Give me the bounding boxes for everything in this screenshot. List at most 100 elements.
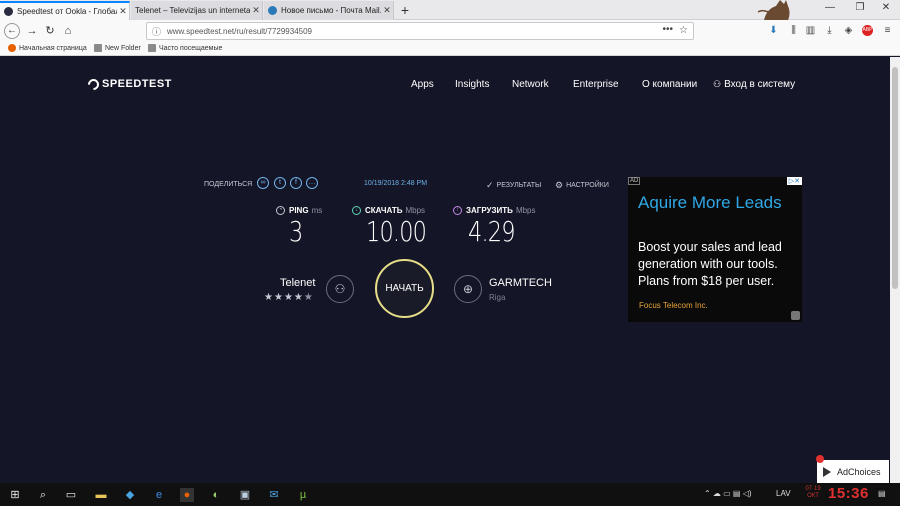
star-icon[interactable]: ★ xyxy=(294,292,304,303)
nav-network[interactable]: Network xyxy=(512,79,549,90)
minimize-button[interactable]: — xyxy=(822,2,838,13)
ad-tag: AD xyxy=(628,177,641,185)
ping-label: ◔ PING ms xyxy=(276,206,322,215)
forward-button[interactable]: → xyxy=(24,23,40,39)
globe-icon[interactable]: ⊕ xyxy=(454,275,482,303)
nav-insights[interactable]: Insights xyxy=(455,79,489,90)
scrollbar-thumb[interactable] xyxy=(892,67,898,289)
nav-login[interactable]: ⚇ Вход в систему xyxy=(713,79,795,90)
firefox-taskbar-icon[interactable]: ● xyxy=(180,488,194,502)
close-icon[interactable]: ✕ xyxy=(117,6,129,17)
bookmark-label: Начальная страница xyxy=(19,44,87,52)
page-scrollbar[interactable] xyxy=(890,57,900,483)
ad-close-button[interactable]: ▷✕ xyxy=(786,177,802,185)
downloads-icon[interactable]: ⤓ xyxy=(824,25,835,36)
download-arrow-icon: ↓ xyxy=(352,206,361,215)
torrent-icon[interactable]: µ xyxy=(296,488,310,502)
close-icon[interactable]: ✕ xyxy=(381,5,393,16)
info-icon[interactable]: ⓘ xyxy=(152,25,161,38)
bookmark-star-icon[interactable]: ☆ xyxy=(679,25,688,36)
star-icon[interactable]: ★ xyxy=(304,292,314,303)
new-tab-button[interactable]: + xyxy=(398,2,412,18)
close-window-button[interactable]: ✕ xyxy=(878,2,894,13)
bookmark-most-visited[interactable]: Часто посещаемые xyxy=(148,44,222,52)
back-button[interactable]: ← xyxy=(4,23,20,39)
nav-apps[interactable]: Apps xyxy=(411,79,434,90)
mail-icon[interactable]: ✉ xyxy=(267,488,281,502)
ping-unit: ms xyxy=(311,206,323,215)
ad-advertiser[interactable]: Focus Telecom Inc. xyxy=(639,301,708,310)
twitter-icon[interactable]: t xyxy=(274,177,286,189)
nav-about[interactable]: О компании xyxy=(642,79,697,90)
ping-value: 3 xyxy=(289,215,303,248)
firefox-icon xyxy=(8,44,16,52)
star-icon[interactable]: ★ xyxy=(284,292,294,303)
settings-link[interactable]: ⚙ НАСТРОЙКИ xyxy=(555,180,609,191)
download-icon[interactable]: ⬇ xyxy=(768,25,779,36)
app-icon[interactable]: ◐ xyxy=(209,488,223,502)
library-icon[interactable]: ⫼ xyxy=(788,25,799,36)
ad-headline[interactable]: Aquire More Leads xyxy=(638,191,798,214)
settings-label: НАСТРОЙКИ xyxy=(566,182,609,189)
download-title: СКАЧАТЬ xyxy=(365,206,403,215)
upload-title: ЗАГРУЗИТЬ xyxy=(466,206,513,215)
date-widget: 07·19 ОКТ xyxy=(805,486,821,499)
isp-name: Telenet xyxy=(280,277,316,289)
reload-button[interactable]: ↻ xyxy=(42,23,58,39)
share-label: ПОДЕЛИТЬСЯ xyxy=(204,181,253,188)
home-button[interactable]: ⌂ xyxy=(60,23,76,39)
page-actions-icon[interactable]: ••• xyxy=(662,24,673,35)
server-name[interactable]: GARMTECH xyxy=(489,277,552,289)
advertisement[interactable]: AD ▷✕ Aquire More Leads Boost your sales… xyxy=(628,177,802,322)
folder-icon xyxy=(148,44,156,52)
language-indicator[interactable]: LAV xyxy=(776,489,791,498)
link-icon[interactable]: ∞ xyxy=(257,177,269,189)
isp-rating[interactable]: ★★★★★ xyxy=(264,292,314,303)
speedtest-page: SPEEDTEST Apps Insights Network Enterpri… xyxy=(0,57,890,483)
menu-icon[interactable]: ≡ xyxy=(882,25,893,36)
sidebar-icon[interactable]: ▥ xyxy=(805,25,816,36)
gauge-icon xyxy=(85,76,102,92)
restore-button[interactable]: ❐ xyxy=(852,2,868,13)
results-link[interactable]: ✓ РЕЗУЛЬТАТЫ xyxy=(486,180,541,191)
adblock-icon[interactable]: ABP xyxy=(862,25,873,36)
result-datetime: 10/19/2018 2:48 PM xyxy=(364,180,428,187)
logo-text: SPEEDTEST xyxy=(102,78,172,90)
url-text: www.speedtest.net/ru/result/7729934509 xyxy=(167,27,312,36)
speedtest-favicon-icon xyxy=(4,7,13,16)
monitor-icon[interactable]: ▣ xyxy=(238,488,252,502)
close-icon[interactable]: ✕ xyxy=(250,5,262,16)
bookmark-new-folder[interactable]: New Folder xyxy=(94,44,141,52)
tab-speedtest[interactable]: Speedtest от Ookla - Глобальный ✕ xyxy=(0,1,130,20)
star-icon[interactable]: ★ xyxy=(274,292,284,303)
task-view-icon[interactable]: ▭ xyxy=(64,488,78,502)
more-icon[interactable]: … xyxy=(306,177,318,189)
clock[interactable]: 15:36 xyxy=(828,485,869,502)
edge-icon[interactable]: e xyxy=(152,488,166,502)
folder-icon xyxy=(94,44,102,52)
bookmark-home[interactable]: Начальная страница xyxy=(8,44,87,52)
adchoices-badge[interactable]: AdChoices xyxy=(816,455,889,483)
store-icon[interactable]: ◆ xyxy=(123,488,137,502)
file-explorer-icon[interactable]: ▬ xyxy=(94,488,108,502)
download-value: 10.00 xyxy=(366,215,427,248)
nav-enterprise[interactable]: Enterprise xyxy=(573,79,619,90)
user-profile-icon[interactable]: ⚇ xyxy=(326,275,354,303)
tab-mail[interactable]: Новое письмо - Почта Mail.Ru ✕ xyxy=(264,1,394,20)
notifications-icon[interactable]: ▤ xyxy=(878,489,886,498)
tray-icons[interactable]: ⌃ ☁ ▭ ▤ ◁) xyxy=(704,489,752,498)
adchoices-icon xyxy=(823,466,831,477)
go-button[interactable]: НАЧАТЬ xyxy=(375,259,434,318)
tab-telenet[interactable]: Telenet – Televizijas un interneta p ✕ xyxy=(131,1,263,20)
tab-title: Новое письмо - Почта Mail.Ru xyxy=(281,6,381,15)
facebook-icon[interactable]: f xyxy=(290,177,302,189)
tab-bar: Speedtest от Ookla - Глобальный ✕ Telene… xyxy=(0,0,900,20)
star-icon[interactable]: ★ xyxy=(264,292,274,303)
speedtest-logo[interactable]: SPEEDTEST xyxy=(85,76,172,92)
nav-login-label: Вход в систему xyxy=(724,79,796,90)
windows-start-icon[interactable]: ⊞ xyxy=(8,488,22,502)
search-icon[interactable]: ⌕ xyxy=(36,488,50,502)
ad-info-icon[interactable] xyxy=(791,311,800,320)
url-bar[interactable]: ⓘ www.speedtest.net/ru/result/7729934509… xyxy=(146,22,694,40)
extension-icon[interactable]: ◈ xyxy=(843,25,854,36)
